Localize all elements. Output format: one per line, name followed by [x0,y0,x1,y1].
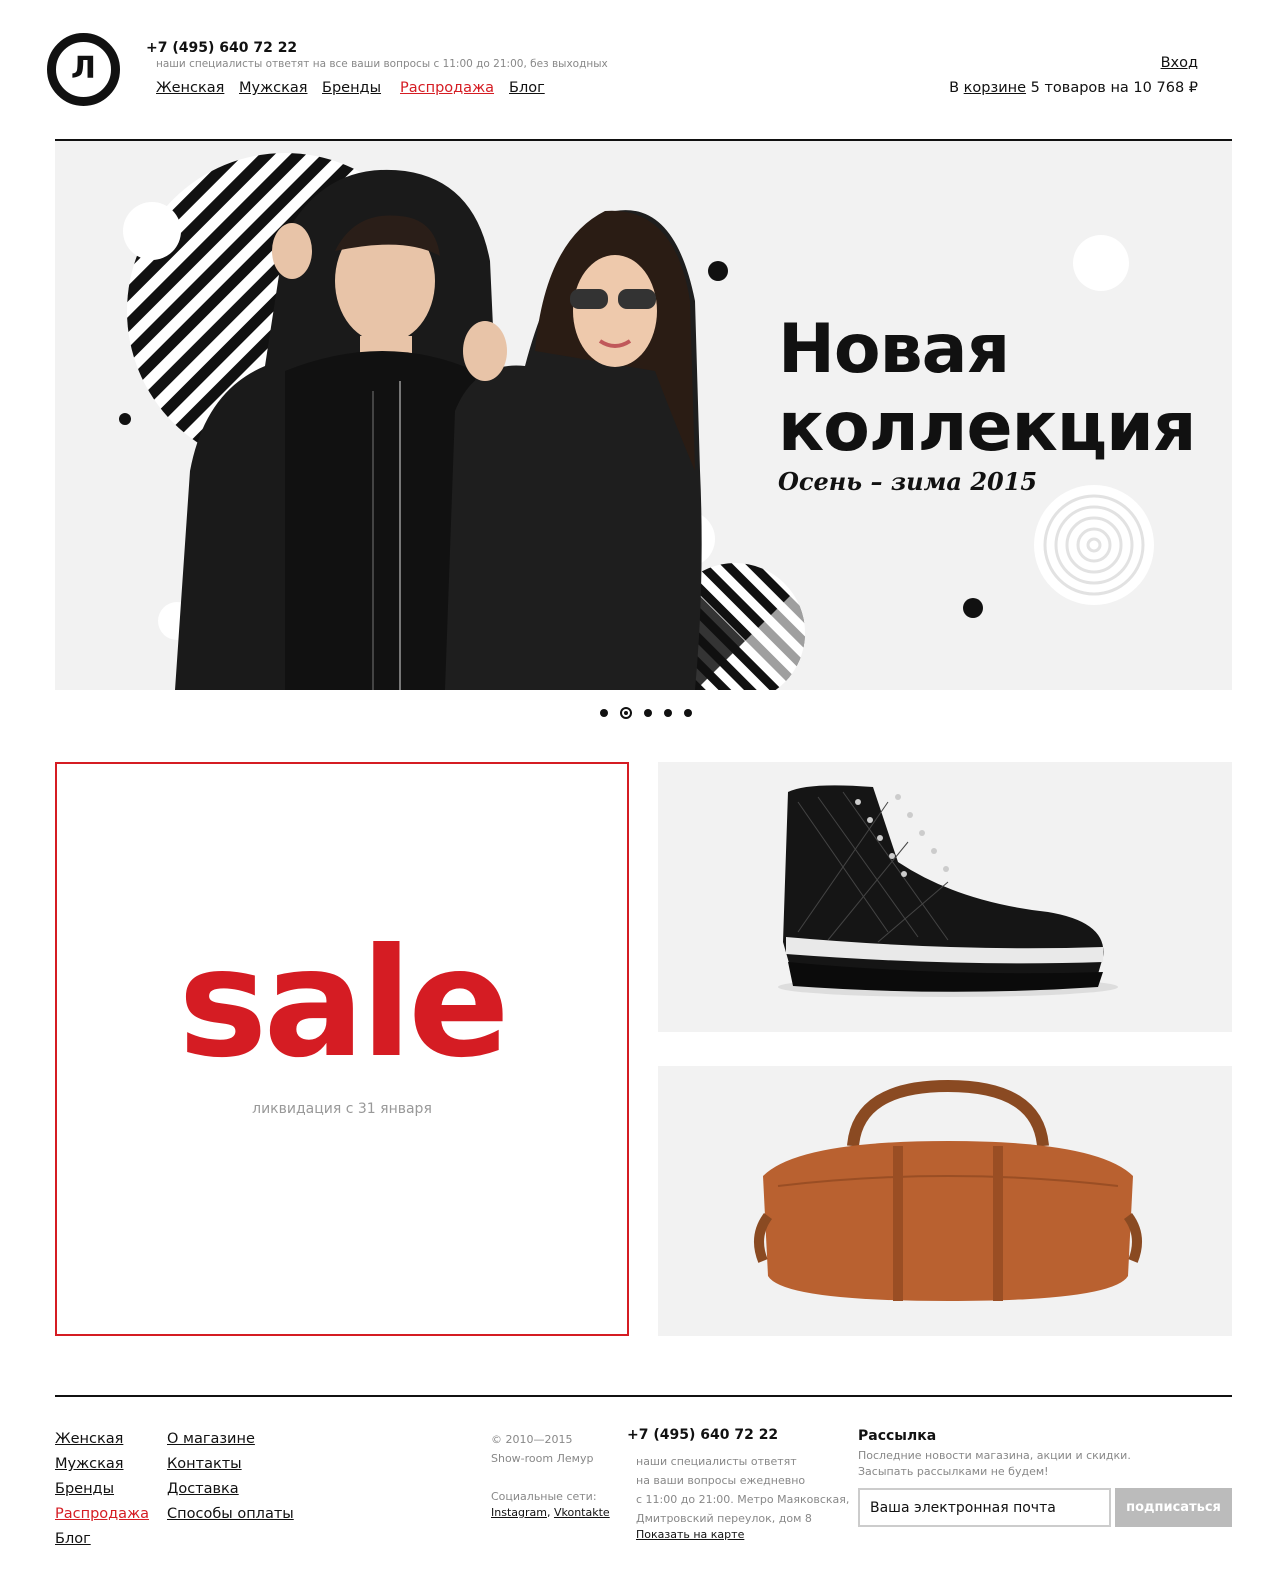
header-phone: +7 (495) 640 72 22 [146,40,298,56]
concentric-rings [1034,485,1154,605]
header-phone-note: наши специалисты ответят на все ваши воп… [156,58,608,70]
nav-blog[interactable]: Блог [509,80,545,96]
footer-link-delivery[interactable]: Доставка [167,1477,294,1502]
footer-link-women[interactable]: Женская [55,1427,149,1452]
showroom-text: Show-room Лемур [491,1452,594,1465]
sneaker-image [778,785,1118,997]
footer-catalog-links: Женская Мужская Бренды Распродажа Блог [55,1427,149,1552]
logo-letter: Л [71,50,96,86]
cart-suffix: 5 товаров на 10 768 ₽ [1030,80,1198,96]
footer-link-contacts[interactable]: Контакты [167,1452,294,1477]
nav-sale[interactable]: Распродажа [400,80,494,96]
newsletter-text-line2: Засыпать рассылками не будем! [858,1465,1049,1478]
instagram-link[interactable]: Instagram [491,1506,547,1519]
footer-link-sale[interactable]: Распродажа [55,1502,149,1527]
cart-prefix: В [949,80,960,96]
footer-link-payment[interactable]: Способы оплаты [167,1502,294,1527]
sale-word: sale [178,917,510,1091]
cart-summary: В корзине 5 товаров на 10 768 ₽ [949,80,1198,96]
footer-divider [55,1395,1232,1397]
hero-banner[interactable]: Новая коллекция Осень – зима 2015 [55,141,1232,690]
shoe-promo[interactable] [658,762,1232,1032]
newsletter-text-line1: Последние новости магазина, акции и скид… [858,1449,1131,1462]
sale-note: ликвидация с 31 января [252,1101,432,1117]
carousel-dots [600,707,692,719]
vkontakte-link[interactable]: Vkontakte [554,1506,610,1519]
subscribe-button[interactable]: подписаться [1115,1488,1232,1527]
footer-info-links: О магазине Контакты Доставка Способы опл… [167,1427,294,1527]
carousel-dot-2[interactable] [620,707,632,719]
hero-title: Новая коллекция [778,310,1196,467]
footer-info-line: на ваши вопросы ежедневно [636,1474,806,1487]
footer-phone: +7 (495) 640 72 22 [627,1427,779,1443]
cart-link[interactable]: корзине [964,80,1026,96]
nav-brands[interactable]: Бренды [322,80,381,96]
carousel-dot-5[interactable] [684,709,692,717]
logo[interactable]: Л [47,33,120,106]
sale-promo[interactable]: sale ликвидация с 31 января [55,762,629,1336]
social-links: Instagram, Vkontakte [491,1506,610,1519]
copyright-text: © 2010—2015 [491,1433,573,1446]
footer-link-blog[interactable]: Блог [55,1527,149,1552]
footer-link-brands[interactable]: Бренды [55,1477,149,1502]
footer-link-men[interactable]: Мужская [55,1452,149,1477]
hero-title-line1: Новая [778,310,1010,389]
show-on-map-link[interactable]: Показать на карте [636,1528,744,1541]
carousel-dot-3[interactable] [644,709,652,717]
footer-info-line: наши специалисты ответят [636,1455,797,1468]
carousel-dot-1[interactable] [600,709,608,717]
email-input[interactable] [858,1488,1111,1527]
bag-promo[interactable] [658,1066,1232,1336]
hero-subtitle: Осень – зима 2015 [778,467,1038,496]
carousel-dot-4[interactable] [664,709,672,717]
hero-title-line2: коллекция [778,388,1196,467]
footer-address: наши специалисты ответят на ваши вопросы… [636,1452,849,1528]
nav-women[interactable]: Женская [156,80,224,96]
login-link[interactable]: Вход [1161,55,1198,71]
newsletter-title: Рассылка [858,1428,937,1444]
footer-info-line: Дмитровский переулок, дом 8 [636,1512,812,1525]
footer-link-about[interactable]: О магазине [167,1427,294,1452]
nav-men[interactable]: Мужская [239,80,308,96]
bag-image [754,1079,1142,1301]
newsletter-text: Последние новости магазина, акции и скид… [858,1448,1138,1480]
social-label: Социальные сети: [491,1490,597,1503]
footer-copyright: © 2010—2015 Show-room Лемур [491,1430,593,1468]
footer-info-line: с 11:00 до 21:00. Метро Маяковская, [636,1493,850,1506]
social-separator: , [546,1506,551,1519]
